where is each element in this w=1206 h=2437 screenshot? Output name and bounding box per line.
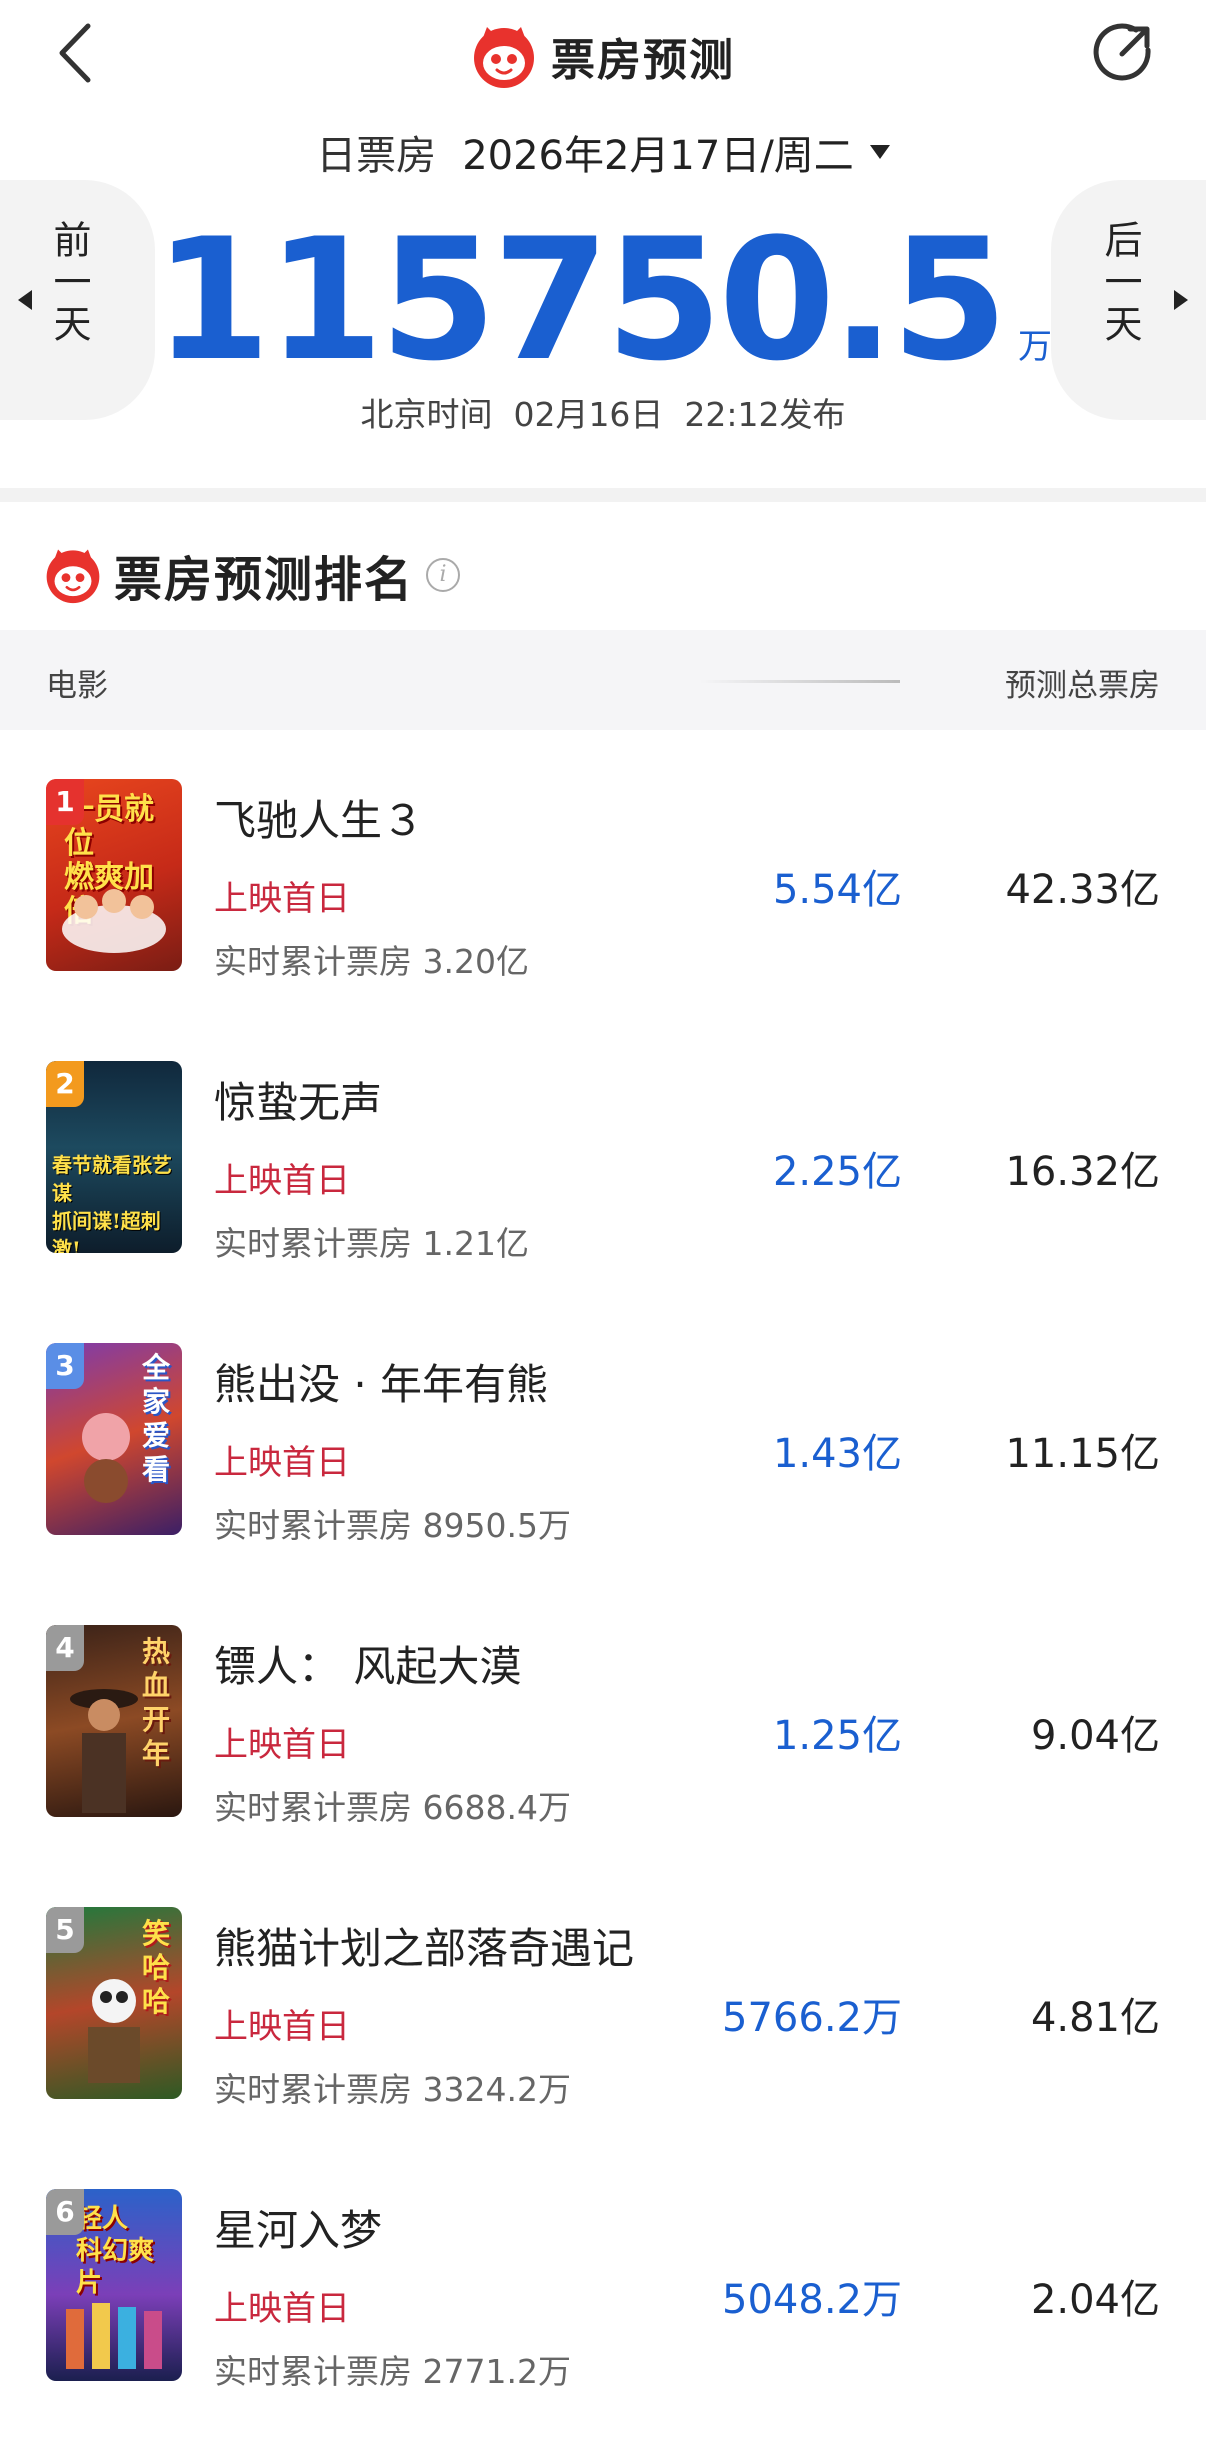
movie-poster: 春节就看张艺谋 抓间谍!超刺激! 2 — [46, 1061, 182, 1253]
poster-art — [82, 1413, 130, 1503]
info-icon[interactable]: i — [426, 558, 461, 592]
release-status: 上映首日 — [214, 1161, 350, 1201]
poster-art — [88, 1979, 140, 2083]
date-selector[interactable]: 日票房 2026年2月17日/周二 — [0, 122, 1206, 182]
movie-row[interactable]: 轻人 科幻爽片 6 星河入梦 上映首日 实时累计票房 2771.2万 5048.2… — [0, 2155, 1206, 2437]
ranking-header: 票房预测排名 i — [44, 540, 461, 610]
movie-name: 镖人： 风起大漠 — [214, 1642, 522, 1691]
today-box-office: 1.43亿 — [772, 1431, 902, 1477]
today-box-office: 5048.2万 — [722, 2277, 902, 2323]
maoyan-cat-logo-icon — [474, 27, 534, 88]
rank-badge: 2 — [46, 1061, 84, 1107]
cumulative-box-office: 实时累计票房 8950.5万 — [214, 1506, 571, 1545]
movie-row[interactable]: 全家爱看 3 熊出没 · 年年有熊 上映首日 实时累计票房 8950.5万 1.… — [0, 1309, 1206, 1591]
release-status: 上映首日 — [214, 1725, 350, 1765]
poster-text: 全家爱看 — [142, 1351, 171, 1486]
today-box-office: 1.25亿 — [772, 1713, 902, 1759]
share-icon — [1093, 23, 1151, 81]
poster-art — [62, 889, 166, 953]
cumulative-box-office: 实时累计票房 3324.2万 — [214, 2070, 571, 2109]
movie-name: 熊出没 · 年年有熊 — [214, 1360, 549, 1409]
column-predicted-total: 预测总票房 — [1005, 668, 1160, 704]
release-status: 上映首日 — [214, 2289, 350, 2329]
movie-name: 熊猫计划之部落奇遇记 — [214, 1924, 635, 1973]
poster-text: 春节就看张艺谋 抓间谍!超刺激! — [52, 1153, 172, 1253]
movie-row[interactable]: 笑哈哈 5 熊猫计划之部落奇遇记 上映首日 实时累计票房 3324.2万 576… — [0, 1873, 1206, 2155]
rank-badge: 6 — [46, 2189, 84, 2235]
ranking-title: 票房预测排名 — [114, 552, 415, 608]
publish-time: 北京时间 02月16日 22:12发布 — [360, 395, 846, 434]
release-status: 上映首日 — [214, 2007, 350, 2047]
movie-poster: 热血开年 4 — [46, 1625, 182, 1817]
total-unit: 万 — [1018, 327, 1053, 367]
cumulative-box-office: 实时累计票房 1.21亿 — [214, 1224, 529, 1263]
movie-poster: 全家爱看 3 — [46, 1343, 182, 1535]
page-title: 票房预测 — [551, 35, 735, 86]
nav-title-group: 票房预测 — [0, 18, 1206, 94]
movie-row[interactable]: 春节就看张艺谋 抓间谍!超刺激! 2 惊蛰无声 上映首日 实时累计票房 1.21亿… — [0, 1027, 1206, 1309]
rank-badge: 4 — [46, 1625, 84, 1671]
date-type-label: 日票房 — [316, 133, 437, 179]
movie-row[interactable]: 热血开年 4 镖人： 风起大漠 上映首日 实时累计票房 6688.4万 1.25… — [0, 1591, 1206, 1873]
cumulative-box-office: 实时累计票房 3.20亿 — [214, 942, 529, 981]
poster-text: 热血开年 — [142, 1635, 171, 1770]
ranking-column-header: 电影 预测总票房 — [0, 630, 1206, 730]
poster-text: 轻人 科幻爽片 — [76, 2204, 155, 2298]
predicted-total: 42.33亿 — [1005, 867, 1160, 913]
top-nav: 票房预测 — [0, 0, 1206, 110]
predicted-total: 2.04亿 — [1030, 2277, 1160, 2323]
poster-art — [66, 2303, 162, 2369]
today-box-office: 5766.2万 — [722, 1995, 902, 2041]
rank-badge: 3 — [46, 1343, 84, 1389]
column-movie: 电影 — [46, 668, 108, 704]
release-status: 上映首日 — [214, 879, 350, 919]
movie-name: 星河入梦 — [214, 2206, 383, 2255]
date-value[interactable]: 2026年2月17日/周二 — [462, 123, 854, 181]
movie-poster: 轻人 科幻爽片 6 — [46, 2189, 182, 2381]
section-divider — [0, 488, 1206, 502]
poster-art — [70, 1689, 138, 1813]
cumulative-box-office: 实时累计票房 2771.2万 — [214, 2352, 571, 2391]
today-box-office: 2.25亿 — [772, 1149, 902, 1195]
movie-name: 飞驰人生３ — [214, 796, 425, 845]
maoyan-cat-logo-icon — [46, 549, 100, 604]
rank-badge: 1 — [46, 779, 84, 825]
predicted-total: 9.04亿 — [1030, 1713, 1160, 1759]
movie-row[interactable]: 一员就位燃爽加倍 1 飞驰人生３ 上映首日 实时累计票房 3.20亿 5.54亿… — [0, 745, 1206, 1027]
total-box-office: 115750.5 万 — [0, 202, 1206, 398]
cumulative-box-office: 实时累计票房 6688.4万 — [214, 1788, 571, 1827]
share-button[interactable] — [1090, 20, 1156, 86]
movie-poster: 一员就位燃爽加倍 1 — [46, 779, 182, 971]
predicted-total: 11.15亿 — [1005, 1431, 1160, 1477]
predicted-total: 16.32亿 — [1005, 1149, 1160, 1195]
header-divider — [700, 680, 900, 683]
total-value: 115750.5 — [153, 202, 1008, 398]
predicted-total: 4.81亿 — [1030, 1995, 1160, 2041]
movie-name: 惊蛰无声 — [214, 1078, 383, 1127]
rank-badge: 5 — [46, 1907, 84, 1953]
today-box-office: 5.54亿 — [772, 867, 902, 913]
release-status: 上映首日 — [214, 1443, 350, 1483]
caret-down-icon[interactable] — [869, 145, 890, 159]
movie-poster: 笑哈哈 5 — [46, 1907, 182, 2099]
